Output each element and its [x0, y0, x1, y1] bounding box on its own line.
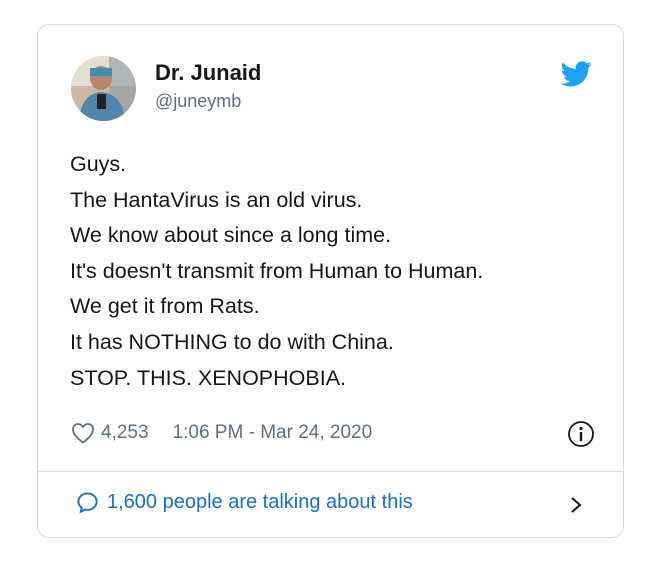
conversation-link[interactable]: 1,600 people are talking about this: [76, 491, 413, 514]
twitter-bird-icon[interactable]: [561, 61, 592, 87]
info-icon[interactable]: [567, 420, 595, 448]
tweet-line: The HantaVirus is an old virus.: [70, 187, 363, 212]
chevron-right-icon[interactable]: [569, 495, 583, 515]
tweet-line: Guys.: [70, 152, 127, 176]
tweet-timestamp[interactable]: 1:06 PM - Mar 24, 2020: [173, 422, 373, 444]
avatar[interactable]: [71, 56, 136, 121]
tweet-text: Guys. The HantaVirus is an old virus. We…: [70, 147, 610, 396]
tweet-meta: 4,253 1:06 PM - Mar 24, 2020: [71, 420, 372, 446]
tweet-line: We get it from Rats.: [70, 294, 260, 319]
tweet-line: It's doesn't transmit from Human to Huma…: [70, 258, 484, 283]
conversation-text[interactable]: 1,600 people are talking about this: [107, 491, 413, 514]
divider: [38, 471, 623, 472]
tweet-card[interactable]: Dr. Junaid @juneymb Guys. The HantaVirus…: [37, 24, 624, 538]
tweet-line: We know about since a long time.: [70, 223, 392, 248]
like-count[interactable]: 4,253: [101, 422, 149, 444]
author-handle[interactable]: @juneymb: [155, 91, 241, 112]
tweet-line: STOP. THIS. XENOPHOBIA.: [70, 365, 347, 390]
heart-icon[interactable]: [71, 422, 95, 444]
author-name[interactable]: Dr. Junaid: [155, 60, 261, 86]
tweet-line: It has NOTHING to do with China.: [70, 329, 394, 354]
speech-bubble-icon: [77, 492, 98, 514]
